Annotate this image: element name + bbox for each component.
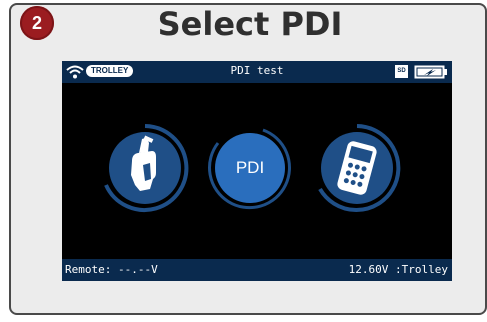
battery-icon <box>414 65 447 79</box>
hand-tool-icon <box>104 124 189 212</box>
step-number-badge: 2 <box>20 6 54 40</box>
trolley-voltage: 12.60V :Trolley <box>348 263 448 276</box>
hand-tool-button[interactable] <box>104 124 189 212</box>
page-title: Select PDI <box>157 5 343 43</box>
bottom-status-bar: Remote: --.--V 12.60V :Trolley <box>62 259 452 281</box>
screen-title: PDI test <box>230 64 284 77</box>
sd-card-icon: SD <box>395 65 408 78</box>
pdi-button[interactable]: PDI <box>208 128 291 210</box>
remote-voltage: Remote: --.--V <box>65 263 158 276</box>
device-screen: TROLLEY PDI test SD PDI Remote: --.--V 1… <box>62 61 452 281</box>
meter-device-button[interactable] <box>318 124 401 212</box>
meter-device-icon <box>318 124 401 212</box>
status-bar: TROLLEY PDI test SD <box>62 61 452 83</box>
pdi-label: PDI <box>235 158 265 177</box>
